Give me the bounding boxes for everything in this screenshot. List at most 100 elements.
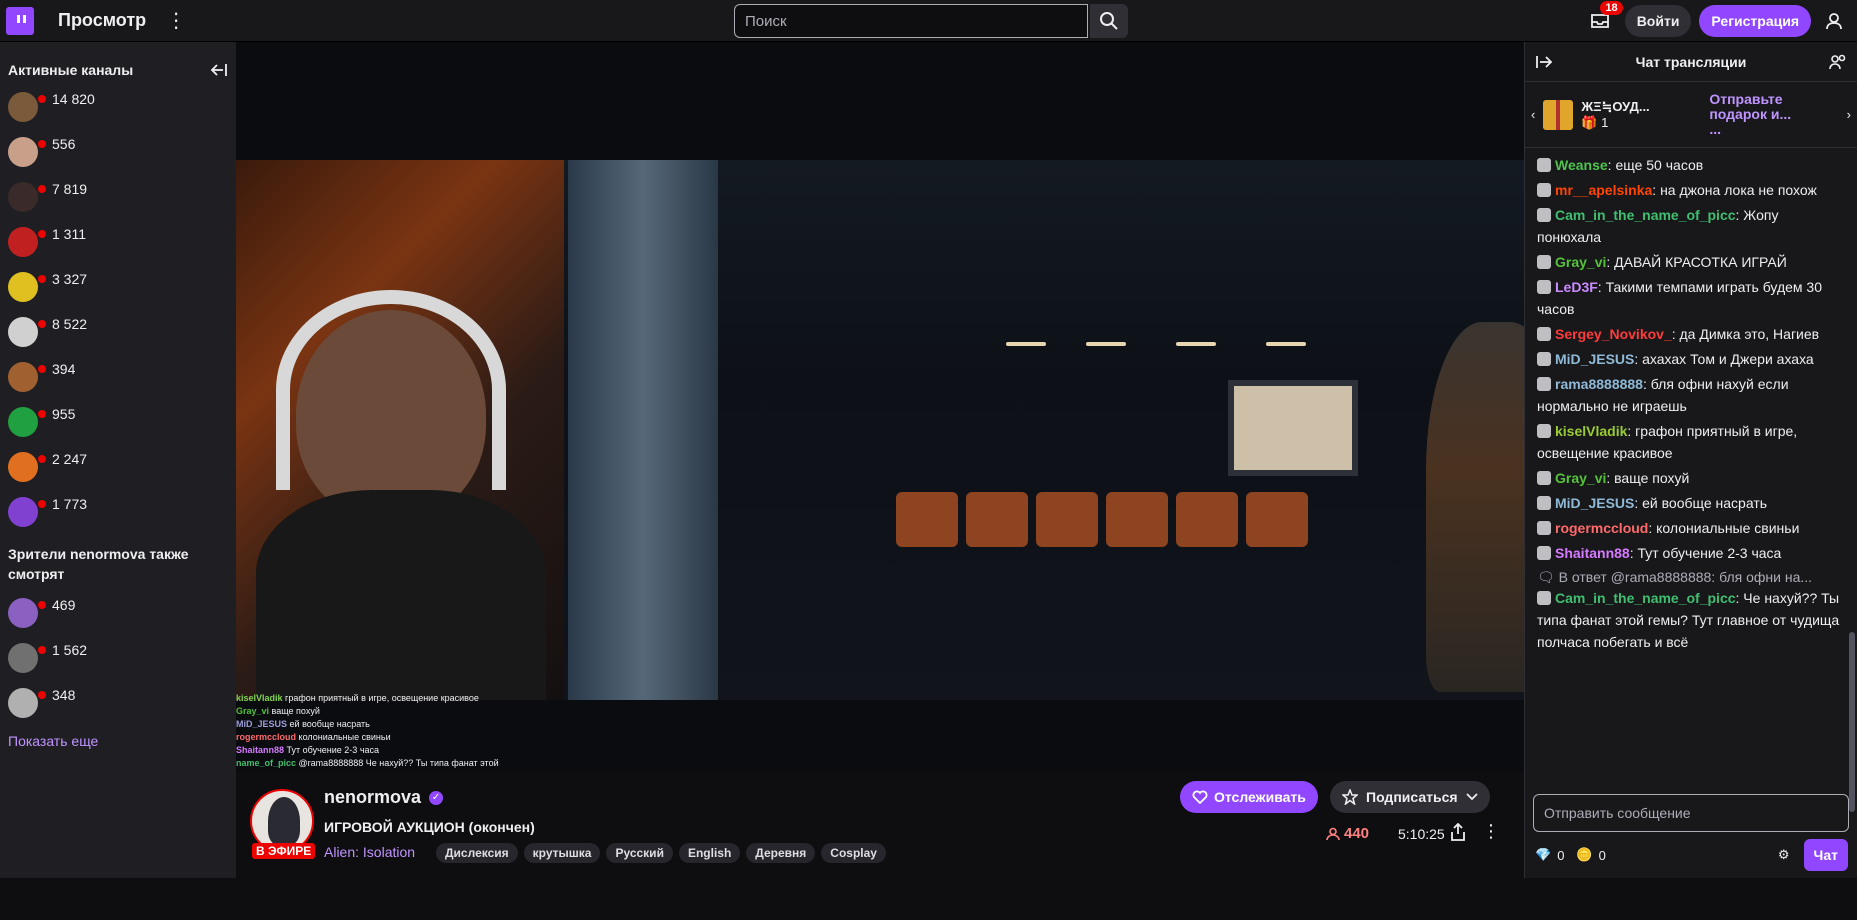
channel-avatar [8,181,38,212]
chat-badge-icon[interactable] [1537,496,1551,510]
video-player[interactable]: kiselVladik графон приятный в игре, осве… [236,42,1524,771]
chat-badge-icon[interactable] [1537,377,1551,391]
chat-message: LeD3F: Такими темпами играть будем 30 ча… [1537,276,1845,320]
followed-channel[interactable]: AxeSay7 Genshin Impact 1 311 [0,219,1532,920]
chat-text: : ахахах Том и Джери ахаха [1634,351,1814,367]
stream-tag[interactable]: Cosplay [821,843,886,863]
chat-username[interactable]: kiselVladik [1555,423,1627,439]
game-link[interactable]: Alien: Isolation [324,844,415,860]
chat-badge-icon[interactable] [1537,424,1551,438]
overlay-chat-line: name_of_picc @rama8888888 Че нахуй?? Ты … [236,757,566,770]
top-nav: Просмотр ⋮ 18 Войти Регистрация [0,0,1857,42]
chat-message: mr__apelsinka: на джона лока не похож [1537,179,1845,201]
channel-avatar [8,642,38,673]
twitch-logo[interactable] [6,6,34,35]
chat-username[interactable]: Cam_in_the_name_of_picc [1555,207,1736,223]
chat-message: Gray_vi: ДАВАЙ КРАСОТКА ИГРАЙ [1537,251,1845,273]
follow-button[interactable]: Отслеживать [1180,781,1318,813]
share-button[interactable] [1450,822,1466,844]
subscribe-button[interactable]: Подписаться [1330,781,1490,813]
show-more-link[interactable]: Показать еще [0,725,236,757]
followed-channel[interactable]: Recrent PUBG: BATTLE... 8 522 [0,309,1532,920]
followed-channel[interactable]: Olesha Общение 2 247 [0,444,1532,920]
inbox-count-badge: 18 [1600,1,1623,15]
followed-channel[interactable]: ArtGamesLP Grand Theft Auto... 394 [0,354,1532,920]
settings-icon[interactable]: ⚙ [1778,847,1790,863]
bits-icon[interactable]: 💎 [1535,847,1551,863]
followed-channel[interactable]: DMITRY_BALE Delivery & Beyond 1 773 [0,489,1532,920]
more-menu-icon[interactable]: ⋮ [166,11,186,31]
chat-badge-icon[interactable] [1537,471,1551,485]
chevron-left-icon[interactable]: ‹ [1531,107,1535,122]
chat-username[interactable]: Sergey_Novikov_ [1555,326,1672,342]
channel-viewers: 1 311 [38,226,86,242]
related-channel[interactable]: karachenskaya Общение 469 [0,590,1532,920]
chat-scrollbar[interactable] [1849,632,1855,812]
streamer-name[interactable]: nenormova ✓ [324,787,444,808]
chat-badge-icon[interactable] [1537,208,1551,222]
stream-tag[interactable]: Русский [606,843,673,863]
chat-username[interactable]: rama8888888 [1555,376,1643,392]
chat-badge-icon[interactable] [1537,255,1551,269]
chevron-right-icon[interactable]: › [1847,107,1851,122]
chat-username[interactable]: Gray_vi [1555,470,1606,486]
scene-light [1176,342,1216,346]
user-menu-button[interactable] [1819,6,1849,36]
chat-username[interactable]: Gray_vi [1555,254,1606,270]
chat-badge-icon[interactable] [1537,183,1551,197]
chat-badge-icon[interactable] [1537,280,1551,294]
users-icon[interactable] [1829,54,1847,70]
live-dot-icon [38,410,46,418]
chat-username[interactable]: Weanse [1555,157,1608,173]
browse-link[interactable]: Просмотр [58,10,146,31]
channel-avatar [8,406,38,437]
chat-username[interactable]: Shaitann88 [1555,545,1630,561]
chat-badge-icon[interactable] [1537,546,1551,560]
more-options-icon[interactable]: ⋮ [1482,821,1500,842]
search-button[interactable] [1090,4,1128,38]
chat-username[interactable]: rogermccloud [1555,520,1648,536]
live-dot-icon [38,185,46,193]
gift-leader: ЖΞ≒ОУД... 🎁 1 [1581,99,1701,131]
chat-badge-icon[interactable] [1537,158,1551,172]
signup-button[interactable]: Регистрация [1699,5,1811,37]
overlay-chat-user: MiD_JESUS [236,719,288,729]
chat-message: rogermccloud: колониальные свиньи [1537,517,1845,539]
inbox-button[interactable]: 18 [1583,1,1623,37]
chat-badge-icon[interactable] [1537,327,1551,341]
stream-tag[interactable]: Деревня [746,843,816,863]
followed-channel[interactable]: orkpod Delivery & Beyo... 3 327 [0,264,1532,920]
chat-username[interactable]: MiD_JESUS [1555,351,1634,367]
live-dot-icon [38,140,46,148]
followed-channel[interactable]: T2×2 Общение 14 820 [0,84,1532,920]
chat-header: Чат трансляции [1525,42,1857,82]
chat-title: Чат трансляции [1635,53,1747,70]
channel-points-icon[interactable]: 🪙 [1576,847,1592,863]
chat-badge-icon[interactable] [1537,521,1551,535]
search-input[interactable] [734,4,1088,38]
overlay-chat-line: Shaitann88 Тут обучение 2-3 часа [236,744,566,757]
related-channel[interactable]: ciqume Общение 348 [0,680,1532,920]
chat-reply-context[interactable]: 🗨 В ответ @rama8888888: бля офни на... [1537,567,1845,587]
chat-username[interactable]: mr__apelsinka [1555,182,1652,198]
chat-badge-icon[interactable] [1537,352,1551,366]
chat-username[interactable]: Cam_in_the_name_of_picc [1555,590,1736,606]
collapse-sidebar-icon[interactable] [210,62,228,78]
chat-message: rama8888888: бля офни нахуй если нормаль… [1537,373,1845,417]
followed-channel[interactable]: bratishkinoff Counter-Strike 7 819 [0,174,1532,920]
related-channel[interactable]: follentass +2 Общение 1 562 [0,635,1532,920]
channel-viewers: 469 [38,597,75,613]
stream-tag[interactable]: Дислексия [436,843,518,863]
send-chat-button[interactable]: Чат [1803,839,1848,871]
stream-tag[interactable]: крутышка [523,843,601,863]
login-button[interactable]: Войти [1624,5,1692,37]
collapse-chat-icon[interactable] [1535,55,1553,69]
followed-channel[interactable]: Dariya_Willis Mad Max 556 [0,129,1532,920]
stream-tag[interactable]: English [678,843,741,863]
gift-cta[interactable]: Отправьте подарок и... ... [1709,92,1829,137]
chat-badge-icon[interactable] [1537,591,1551,605]
chat-input[interactable] [1533,794,1849,832]
chat-username[interactable]: LeD3F [1555,279,1598,295]
followed-channel[interactable]: vika_karter Delivery & Beyond 955 [0,399,1532,920]
chat-username[interactable]: MiD_JESUS [1555,495,1634,511]
